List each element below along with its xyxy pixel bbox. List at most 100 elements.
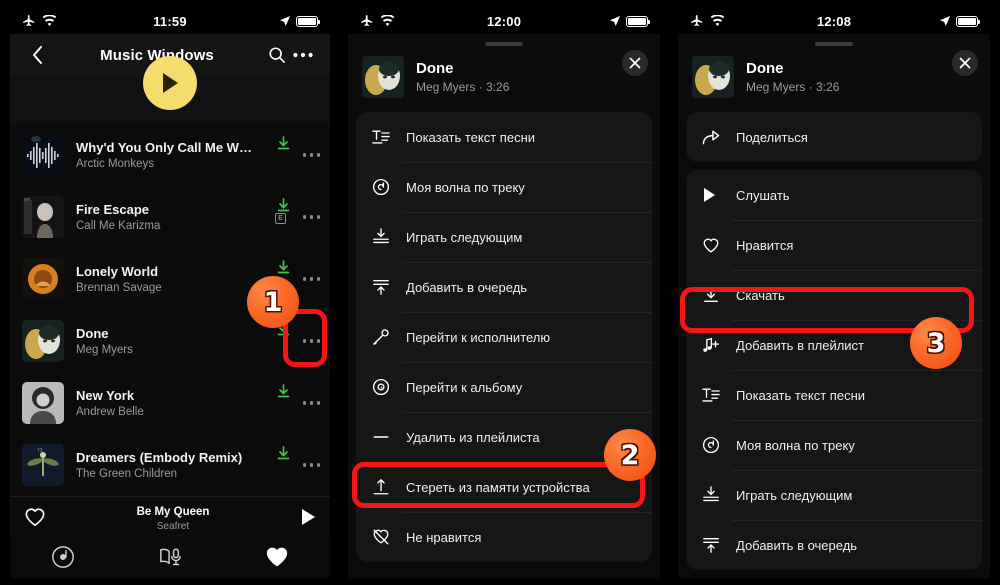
share-arrow-icon [702,129,728,146]
track-menu-button[interactable] [302,215,320,219]
tab-collection[interactable] [223,546,330,568]
menu-item-label: Слушать [736,187,790,203]
menu-item-go-artist[interactable]: Перейти к исполнителю [356,312,652,362]
menu-item-play-next[interactable]: Играть следующим [356,212,652,262]
play-triangle-icon[interactable] [300,508,316,526]
microphone-icon [372,328,398,346]
sheet-track-meta: Done Meg Myers · 3:26 [746,60,839,94]
my-wave-icon [702,436,728,454]
sheet-track-meta: Done Meg Myers · 3:26 [416,60,509,94]
track-artist: Meg Myers [76,344,133,356]
album-art [22,320,64,362]
sheet-track-title: Done [416,60,454,77]
menu-item-share[interactable]: Поделиться [686,112,982,162]
track-artist: Andrew Belle [76,406,144,418]
tab-my-wave[interactable] [10,545,117,569]
close-x-icon[interactable] [622,50,648,76]
list-item[interactable]: Fire Escape Call Me Karizma E [10,186,330,248]
airplane-icon [22,14,36,28]
battery-icon [956,15,980,27]
phone-panel-menu-download: 12:08 Done Meg Myers · 3:26 Поделиться С… [670,0,1000,585]
menu-item-label: Моя волна по треку [406,179,525,195]
track-title: Done [76,326,109,341]
play-next-icon [372,228,398,246]
track-artist: Call Me Karizma [76,220,161,232]
share-card: Поделиться [686,112,982,162]
track-menu-button[interactable] [302,153,320,157]
album-art: 73 [22,444,64,486]
menu-card: Слушать Нравится Скачать Добавить в плей… [686,170,982,570]
heart-outline-icon [702,237,728,254]
menu-item-like[interactable]: Нравится [686,220,982,270]
track-title: New York [76,388,135,403]
close-x-icon[interactable] [952,50,978,76]
step-badge-3: 3 [910,317,962,369]
album-art [362,56,404,98]
menu-item-lyrics[interactable]: Показать текст песни [686,370,982,420]
menu-item-dislike[interactable]: Не нравится [356,512,652,562]
menu-item-my-wave[interactable]: Моя волна по треку [686,420,982,470]
status-bar-3: 12:08 [678,8,990,34]
track-title: Lonely World [76,264,159,279]
track-artist: Brennan Savage [76,282,162,294]
location-arrow-icon [609,15,621,27]
menu-item-listen[interactable]: Слушать [686,170,982,220]
menu-item-my-wave[interactable]: Моя волна по треку [356,162,652,212]
menu-item-add-queue[interactable]: Добавить в очередь [686,520,982,570]
back-chevron-icon[interactable] [24,45,50,65]
track-title: Dreamers (Embody Remix) [76,450,243,465]
track-menu-button-done[interactable] [302,339,320,343]
erase-upload-icon [372,478,398,496]
more-dots-icon[interactable] [290,52,316,58]
downloaded-icon [277,384,290,398]
wifi-icon [710,15,725,27]
play-all-button[interactable] [143,56,197,110]
screenshot-stage: 11:59 Music Windows Why'd You Only Call … [0,0,1000,585]
mini-player[interactable]: Be My Queen Seafret [10,496,330,536]
menu-item-download[interactable]: Скачать [686,270,982,320]
menu-item-label: Перейти к альбому [406,379,523,395]
track-menu-button[interactable] [302,401,320,405]
track-title: Fire Escape [76,202,149,217]
svg-text:73: 73 [37,448,43,454]
menu-item-label: Моя волна по треку [736,437,855,453]
menu-item-label: Играть следующим [406,229,523,245]
step-badge-1: 1 [247,276,299,328]
list-item[interactable]: 73 Dreamers (Embody Remix) The Green Chi… [10,434,330,496]
battery-icon [626,15,650,27]
downloaded-icon [277,136,290,150]
tab-podcasts[interactable] [117,546,224,568]
menu-item-play-next[interactable]: Играть следующим [686,470,982,520]
wifi-icon [42,15,57,27]
track-menu-button[interactable] [302,277,320,281]
heart-outline-icon[interactable] [24,507,46,527]
mini-player-text: Be My Queen Seafret [46,502,300,532]
airplane-icon [690,14,704,28]
menu-item-go-album[interactable]: Перейти к альбому [356,362,652,412]
downloaded-icon [277,446,290,460]
menu-item-label: Показать текст песни [736,387,866,403]
list-item[interactable]: Why'd You Only Call Me When... Arctic Mo… [10,124,330,186]
menu-item-label: Перейти к исполнителю [406,329,551,345]
menu-item-add-queue[interactable]: Добавить в очередь [356,262,652,312]
menu-item-label: Добавить в очередь [736,537,858,553]
airplane-icon [360,14,374,28]
list-item[interactable]: New York Andrew Belle [10,372,330,434]
location-arrow-icon [939,15,951,27]
menu-item-lyrics[interactable]: Показать текст песни [356,112,652,162]
downloaded-icon [277,260,290,274]
minus-icon [372,428,398,446]
sheet-track-title: Done [746,60,784,77]
location-arrow-icon [279,15,291,27]
track-artist: The Green Children [76,468,177,480]
action-sheet-2: Done Meg Myers · 3:26 Показать текст пес… [348,42,660,579]
screen-3: 12:08 Done Meg Myers · 3:26 Поделиться С… [678,8,990,579]
search-icon[interactable] [264,46,290,64]
download-icon [702,286,728,304]
menu-item-label: Поделиться [736,129,808,145]
track-menu-button[interactable] [302,463,320,467]
my-wave-icon [372,178,398,196]
phone-panel-playlist: 11:59 Music Windows Why'd You Only Call … [0,0,340,585]
step-badge-2: 2 [604,429,656,481]
menu-item-label: Нравится [736,237,794,253]
